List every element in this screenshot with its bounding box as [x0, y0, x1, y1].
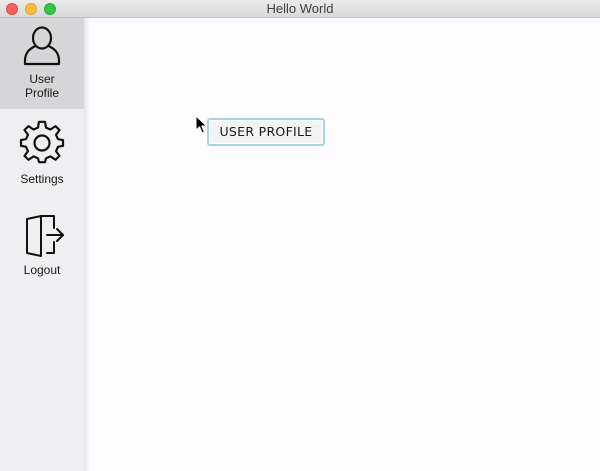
user-icon [0, 18, 84, 67]
gear-icon [0, 120, 84, 166]
sidebar-item-label: Logout [23, 263, 61, 277]
title-bar[interactable]: Hello World [0, 0, 600, 18]
sidebar-item-label: User Profile [24, 72, 59, 100]
user-profile-button[interactable]: USER PROFILE [207, 118, 325, 146]
sidebar-item-label: Settings [20, 172, 64, 186]
sidebar-item-logout[interactable]: Logout [0, 212, 84, 280]
logout-icon [0, 212, 84, 258]
app-window: Hello World User Profile Settings Logout… [0, 0, 600, 471]
sidebar-item-user-profile[interactable]: User Profile [0, 18, 84, 109]
main-content: USER PROFILE [90, 18, 600, 471]
sidebar: User Profile Settings Logout [0, 18, 84, 471]
window-title: Hello World [266, 1, 334, 16]
sidebar-item-settings[interactable]: Settings [0, 120, 84, 190]
